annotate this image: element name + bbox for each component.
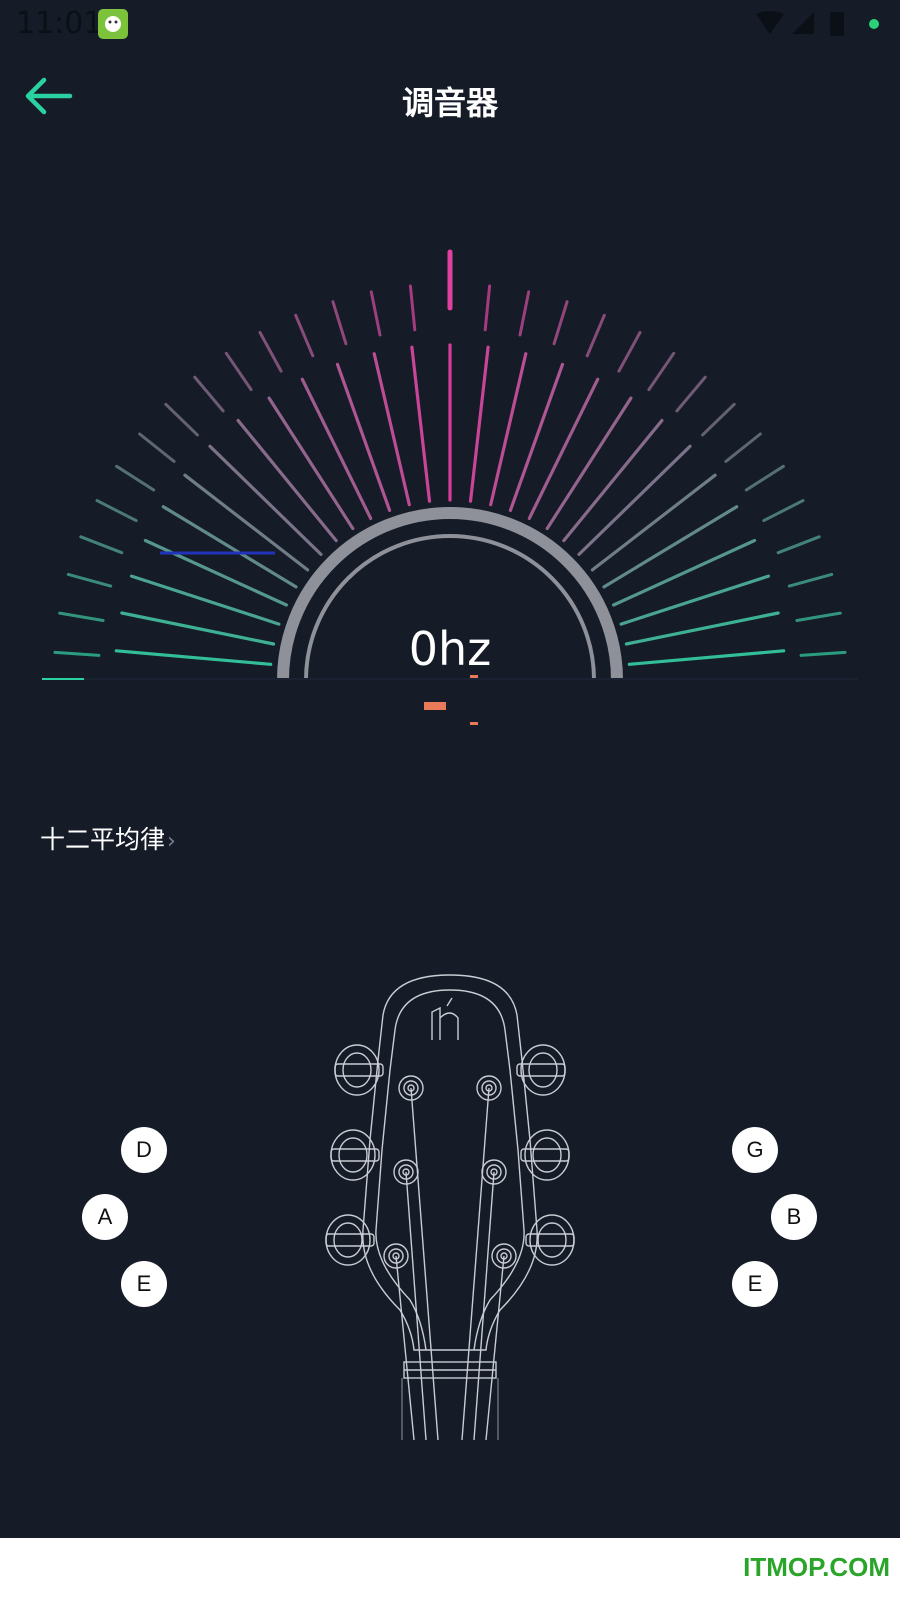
inner-ray	[619, 574, 771, 626]
status-bar: 11:01	[0, 0, 900, 48]
pitch-indicator-bar	[424, 702, 446, 710]
footer-banner: ITMOP.COM	[0, 1538, 900, 1600]
outer-tick	[58, 611, 105, 622]
outer-tick	[762, 499, 805, 523]
outer-tick	[66, 572, 113, 588]
status-time: 11:01	[16, 6, 103, 41]
guitar-headstock-illustration	[325, 974, 575, 1441]
inner-ray	[527, 377, 600, 521]
outer-tick	[408, 284, 417, 332]
outer-tick	[518, 290, 531, 337]
outer-tick	[483, 284, 492, 332]
app-notification-icon	[98, 9, 128, 39]
outer-tick	[115, 464, 156, 492]
outer-tick	[164, 402, 199, 437]
temperament-selector[interactable]: 十二平均律›	[40, 820, 176, 856]
outer-tick	[79, 535, 124, 555]
inner-ray	[143, 538, 288, 607]
outer-tick	[95, 499, 138, 523]
outer-tick	[193, 375, 225, 413]
outer-tick	[675, 375, 707, 413]
status-icons	[756, 11, 879, 36]
battery-icon	[830, 12, 844, 36]
string-button-d[interactable]: D	[121, 1127, 167, 1173]
string-button-g[interactable]: G	[732, 1127, 778, 1173]
outer-tick	[294, 313, 315, 358]
inner-ray	[129, 574, 281, 626]
watermark: ITMOP.COM	[743, 1552, 890, 1582]
outer-tick	[744, 464, 785, 492]
outer-tick	[647, 351, 676, 392]
signal-icon	[792, 12, 814, 34]
outer-tick	[552, 300, 569, 346]
page-title: 调音器	[401, 84, 498, 122]
outer-tick	[369, 290, 382, 337]
string-button-a[interactable]: A	[82, 1194, 128, 1240]
outer-tick	[787, 572, 834, 588]
outer-tick	[138, 432, 176, 463]
outer-tick	[617, 331, 642, 373]
temperament-label: 十二平均律	[40, 825, 166, 854]
frequency-readout: 0hz	[408, 622, 492, 676]
outer-tick	[701, 402, 736, 437]
outer-tick	[776, 535, 821, 555]
tuner-tick-marks	[53, 249, 847, 666]
inner-ray	[410, 345, 432, 503]
outer-tick	[331, 300, 348, 346]
string-button-high-e[interactable]: E	[732, 1261, 778, 1307]
inner-ray	[468, 345, 490, 503]
chevron-right-icon: ›	[167, 829, 176, 854]
string-button-low-e[interactable]: E	[121, 1261, 167, 1307]
outer-tick	[224, 351, 253, 392]
status-dot-icon	[869, 19, 879, 29]
pitch-indicator-mark-lower	[470, 722, 478, 725]
inner-ray	[300, 377, 373, 521]
outer-tick	[585, 313, 606, 358]
header: 调音器	[0, 60, 900, 140]
wifi-icon	[756, 11, 784, 34]
string-button-b[interactable]: B	[771, 1194, 817, 1240]
inner-ray	[611, 538, 757, 607]
outer-tick	[724, 432, 762, 463]
outer-tick	[795, 611, 842, 622]
outer-tick	[258, 331, 283, 373]
